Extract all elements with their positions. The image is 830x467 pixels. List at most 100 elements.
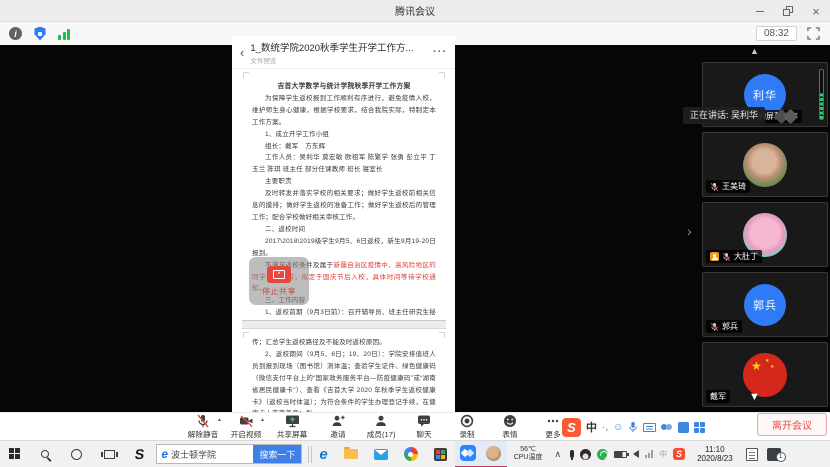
stop-share-popup[interactable]: × 停止共享 <box>249 257 309 305</box>
avatar: 郭兵 <box>744 284 786 326</box>
toolbox-grid-icon[interactable] <box>694 422 705 433</box>
cortana-button[interactable] <box>60 441 93 467</box>
wardrobe-icon[interactable] <box>678 422 689 433</box>
emoji-button[interactable]: 表情 <box>490 414 530 440</box>
audio-level-indicator <box>819 69 824 120</box>
document-subtitle: 文件预览 <box>250 55 433 65</box>
windows-taskbar: S e 波士顿学院 搜索一下 e 56℃ CPU温度 ∧ 中 S <box>0 440 830 467</box>
back-icon[interactable]: ‹ <box>240 45 244 60</box>
tencent-meeting-icon <box>460 445 476 461</box>
windows-logo-icon <box>9 448 21 460</box>
tray-sogou-icon[interactable]: S <box>673 448 685 460</box>
members-button[interactable]: 成员(17) <box>361 414 401 440</box>
invite-button[interactable]: 邀请 <box>318 414 358 440</box>
taskbar-clock[interactable]: 11:10 2020/8/23 <box>697 445 733 464</box>
tencent-meeting-app-button[interactable] <box>455 441 481 467</box>
punctuation-icon[interactable]: ·, <box>602 422 608 433</box>
close-button[interactable]: × <box>802 0 830 22</box>
mail-icon <box>374 449 388 460</box>
start-button[interactable] <box>0 441 30 467</box>
search-go-button[interactable]: 搜索一下 <box>253 444 301 464</box>
pinned-app-button[interactable]: S <box>126 441 152 467</box>
speaker-icon[interactable] <box>633 450 639 458</box>
mic-muted-icon <box>722 252 731 262</box>
taskbar-search-button[interactable] <box>30 441 60 467</box>
skin-people-icon[interactable] <box>661 422 673 432</box>
tray-qq-icon[interactable] <box>580 449 591 460</box>
folder-icon <box>344 449 358 459</box>
browser-app-button[interactable] <box>396 441 426 467</box>
share-screen-button[interactable]: 共享屏幕 <box>269 414 315 440</box>
keyboard-icon[interactable] <box>643 423 656 432</box>
pinned-app-icon: S <box>134 446 145 462</box>
clock-date: 2020/8/23 <box>697 454 733 464</box>
meeting-duration: 08:32 <box>756 26 797 41</box>
mic-muted-icon <box>710 182 719 192</box>
edge-engine-icon: e <box>161 447 168 461</box>
window-controls: × <box>746 0 830 22</box>
action-center-icon[interactable]: 1 <box>767 448 781 461</box>
tray-security-icon[interactable] <box>597 449 608 460</box>
document-preview-panel: ‹ 1_数统学院2020秋季学生开学工作方... 文件预览 ··· 吉首大学数学… <box>232 36 455 412</box>
file-explorer-button[interactable] <box>336 441 366 467</box>
taskbar-search-box[interactable]: e 波士顿学院 搜索一下 <box>156 444 302 464</box>
sogou-logo-icon[interactable]: S <box>562 418 581 437</box>
meeting-info-icon[interactable]: i <box>9 27 22 40</box>
doc-paragraph: 组长：戴军 方东辉 <box>252 141 436 153</box>
chat-bubble-icon <box>417 414 431 428</box>
camera-off-icon <box>239 414 254 428</box>
task-view-button[interactable] <box>93 441 126 467</box>
leave-meeting-button[interactable]: 离开会议 <box>757 413 827 436</box>
network-icon[interactable] <box>645 450 653 458</box>
participants-scroll-down-icon[interactable]: ▼ <box>749 391 760 403</box>
participant-tile[interactable]: ★ ★ ★ 戴军 <box>702 342 828 407</box>
participant-tile[interactable]: 大肚丁 <box>702 202 828 267</box>
battery-icon[interactable] <box>614 451 627 458</box>
document-more-icon[interactable]: ··· <box>433 46 447 58</box>
voice-input-icon[interactable] <box>628 421 638 433</box>
system-tray: 中 S <box>570 448 685 460</box>
participant-name-label: 王美琦 <box>706 180 750 193</box>
document-page-2: 传；汇总学生返校路径及不能及时返校原因。 2、返校期间（9月5、6日；19、20… <box>242 329 446 412</box>
search-input-text[interactable]: 波士顿学院 <box>171 448 253 461</box>
doc-paragraph: 工作人员：吴利华 莫宏敏 欧祖军 陈繁学 张勇 彭立平 丁玉兰 陈琪 班主任 部… <box>252 152 436 176</box>
network-signal-icon <box>58 28 70 40</box>
record-button[interactable]: 录制 <box>447 414 487 440</box>
participant-tile[interactable]: 王美琦 <box>702 132 828 197</box>
edge-app-button[interactable]: e <box>311 441 335 467</box>
chat-button[interactable]: 聊天 <box>404 414 444 440</box>
share-screen-icon <box>285 414 300 428</box>
browser-pinwheel-icon <box>404 447 418 461</box>
fullscreen-icon[interactable] <box>807 27 820 40</box>
messenger-app-button[interactable] <box>481 441 507 467</box>
participant-tile[interactable]: 郭兵 郭兵 <box>702 272 828 337</box>
sidebar-collapse-icon[interactable]: › <box>687 223 692 239</box>
start-video-button[interactable]: 开启视频 ▲ <box>226 414 266 440</box>
mail-app-button[interactable] <box>366 441 396 467</box>
doc-paragraph: 1、返校前期（9月3日前）：召开辅导员、班主任研究生秘书视频会传达开学相关精神；… <box>252 307 436 320</box>
cortana-icon <box>71 449 82 460</box>
doc-paragraph: 传；汇总学生返校路径及不能及时返校原因。 <box>252 337 436 349</box>
security-shield-icon[interactable] <box>34 27 46 41</box>
mic-options-caret-icon[interactable]: ▲ <box>217 417 222 423</box>
input-mode-indicator[interactable]: 中 <box>586 419 597 435</box>
member-person-icon <box>374 414 388 428</box>
doc-paragraph: 主要职责 <box>252 176 436 188</box>
doc-title-line: 吉首大学数学与统计学院秋季开学工作方案 <box>252 81 436 93</box>
meeting-toolbar: 解除静音 ▲ 开启视频 ▲ 共享屏幕 邀请 成员(17) 聊天 录制 <box>0 412 830 440</box>
tray-expand-icon[interactable]: ∧ <box>554 449 561 460</box>
tray-mic-icon[interactable] <box>570 450 574 458</box>
sogou-input-bar: S 中 ·, ☺ <box>562 416 705 438</box>
participants-scroll-up-icon[interactable]: ▲ <box>750 46 759 56</box>
input-language-icon[interactable]: 中 <box>659 449 667 460</box>
video-options-caret-icon[interactable]: ▲ <box>260 417 265 423</box>
cpu-temperature-widget[interactable]: 56℃ CPU温度 <box>514 446 543 463</box>
notes-tray-icon[interactable] <box>746 448 758 461</box>
store-app-button[interactable] <box>426 441 455 467</box>
minimize-button[interactable] <box>746 0 774 22</box>
shared-screen-area: ‹ 1_数统学院2020秋季学生开学工作方... 文件预览 ··· 吉首大学数学… <box>0 45 830 412</box>
cpu-temp-label: CPU温度 <box>514 454 543 463</box>
restore-button[interactable] <box>774 0 802 22</box>
emoji-picker-icon[interactable]: ☺ <box>613 422 623 433</box>
unmute-button[interactable]: 解除静音 ▲ <box>183 414 223 440</box>
